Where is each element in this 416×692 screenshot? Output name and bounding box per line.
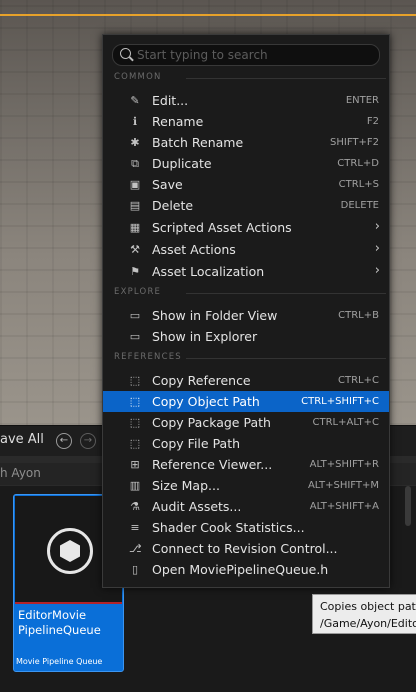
menu-item-shortcut: CTRL+D	[337, 158, 379, 169]
menu-item-shader-cook-statistics[interactable]: ≡ Shader Cook Statistics...	[103, 517, 389, 538]
menu-item-label: Asset Actions	[152, 242, 236, 257]
grid-icon: ▦	[129, 221, 141, 234]
menu-item-label: Copy File Path	[152, 436, 241, 451]
scrollbar[interactable]	[405, 486, 411, 526]
menu-item-label: Asset Localization	[152, 264, 265, 279]
menu-item-label: Rename	[152, 114, 204, 129]
tooltip: Copies object path /Game/Ayon/Editor	[312, 594, 416, 634]
menu-item-scripted-asset-actions[interactable]: ▦ Scripted Asset Actions ›	[103, 217, 389, 238]
trash-icon: ▤	[129, 199, 141, 212]
copy-icon: ⬚	[129, 437, 141, 450]
menu-item-shortcut: CTRL+SHIFT+C	[301, 396, 379, 407]
menu-item-shortcut: CTRL+C	[338, 375, 379, 386]
duplicate-icon: ⧉	[131, 157, 139, 170]
pencil-icon: ✎	[130, 94, 140, 107]
menu-item-copy-file-path[interactable]: ⬚ Copy File Path	[103, 433, 389, 454]
menu-item-label: Duplicate	[152, 156, 212, 171]
audit-icon: ⚗	[130, 500, 140, 513]
viewport-border-accent	[0, 14, 416, 16]
menu-item-show-in-explorer[interactable]: ▭ Show in Explorer	[103, 326, 389, 347]
menu-item-label: Copy Object Path	[152, 394, 260, 409]
back-arrow-icon[interactable]: ←	[56, 433, 72, 449]
menu-item-asset-localization[interactable]: ⚑ Asset Localization ›	[103, 261, 389, 282]
wrench-icon: ⚒	[130, 243, 140, 256]
tooltip-line2: /Game/Ayon/Editor	[320, 617, 416, 630]
menu-item-batch-rename[interactable]: ✱ Batch Rename SHIFT+F2	[103, 132, 389, 153]
menu-item-shortcut: CTRL+ALT+C	[312, 417, 380, 428]
menu-item-label: Shader Cook Statistics...	[152, 520, 305, 535]
copy-icon: ⬚	[129, 416, 141, 429]
menu-item-delete[interactable]: ▤ Delete DELETE	[103, 195, 389, 216]
menu-item-shortcut: CTRL+B	[338, 310, 379, 321]
copy-icon: ⬚	[129, 395, 141, 408]
cpp-file-icon: ▯	[131, 563, 139, 576]
menu-search-input[interactable]	[137, 47, 373, 63]
menu-item-shortcut: ALT+SHIFT+A	[309, 501, 379, 512]
menu-item-label: Edit...	[152, 93, 189, 108]
save-all-button[interactable]: ave All	[0, 432, 44, 447]
menu-item-duplicate[interactable]: ⧉ Duplicate CTRL+D	[103, 153, 389, 174]
menu-item-asset-actions[interactable]: ⚒ Asset Actions ›	[103, 239, 389, 260]
menu-item-audit-assets[interactable]: ⚗ Audit Assets... ALT+SHIFT+A	[103, 496, 389, 517]
menu-item-shortcut: CTRL+S	[338, 179, 379, 190]
movie-pipeline-queue-icon	[47, 528, 93, 574]
menu-item-label: Batch Rename	[152, 135, 244, 150]
section-header-common: COMMON	[114, 72, 386, 86]
menu-item-copy-reference[interactable]: ⬚ Copy Reference CTRL+C	[103, 370, 389, 391]
menu-search-box[interactable]	[112, 44, 380, 66]
path-text: h Ayon	[0, 466, 41, 480]
menu-item-size-map[interactable]: ▥ Size Map... ALT+SHIFT+M	[103, 475, 389, 496]
menu-item-label: Show in Explorer	[152, 329, 258, 344]
forward-arrow-icon[interactable]: →	[80, 433, 96, 449]
menu-item-open-moviepipelinequeue-h[interactable]: ▯ Open MoviePipelineQueue.h	[103, 559, 389, 580]
menu-item-shortcut: ALT+SHIFT+R	[309, 459, 379, 470]
menu-item-label: Audit Assets...	[152, 499, 242, 514]
tooltip-line1: Copies object path	[320, 600, 416, 613]
menu-item-shortcut: F2	[366, 116, 379, 127]
menu-item-connect-to-revision-control[interactable]: ⎇ Connect to Revision Control...	[103, 538, 389, 559]
menu-item-copy-package-path[interactable]: ⬚ Copy Package Path CTRL+ALT+C	[103, 412, 389, 433]
menu-item-label: Copy Reference	[152, 373, 251, 388]
reference-viewer-icon: ⊞	[130, 458, 140, 471]
menu-item-label: Size Map...	[152, 478, 220, 493]
menu-item-save[interactable]: ▣ Save CTRL+S	[103, 174, 389, 195]
menu-item-label: Open MoviePipelineQueue.h	[152, 562, 329, 577]
section-header-references: REFERENCES	[114, 352, 386, 366]
menu-item-label: Delete	[152, 198, 194, 213]
size-map-icon: ▥	[129, 479, 141, 492]
chevron-right-icon: ›	[374, 219, 380, 234]
menu-item-label: Reference Viewer...	[152, 457, 273, 472]
chevron-right-icon: ›	[374, 241, 380, 256]
menu-item-rename[interactable]: ℹ Rename F2	[103, 111, 389, 132]
sparkle-icon: ✱	[130, 136, 140, 149]
flag-icon: ⚑	[130, 265, 140, 278]
menu-item-label: Save	[152, 177, 183, 192]
menu-item-label: Connect to Revision Control...	[152, 541, 338, 556]
section-header-explore: EXPLORE	[114, 287, 386, 301]
menu-item-show-in-folder-view[interactable]: ▭ Show in Folder View CTRL+B	[103, 305, 389, 326]
menu-item-reference-viewer[interactable]: ⊞ Reference Viewer... ALT+SHIFT+R	[103, 454, 389, 475]
rename-icon: ℹ	[132, 115, 138, 128]
chart-icon: ≡	[130, 521, 140, 534]
menu-item-shortcut: ALT+SHIFT+M	[307, 480, 379, 491]
menu-item-label: Scripted Asset Actions	[152, 220, 292, 235]
search-icon	[120, 48, 131, 59]
menu-item-shortcut: ENTER	[345, 95, 379, 106]
asset-type: Movie Pipeline Queue	[16, 657, 103, 666]
menu-item-shortcut: SHIFT+F2	[330, 137, 379, 148]
context-menu: COMMON EXPLORE REFERENCES ✎ Edit... ENTER ℹ…	[102, 34, 390, 588]
folder-search-icon: ▭	[129, 330, 141, 343]
menu-item-label: Show in Folder View	[152, 308, 278, 323]
menu-item-edit[interactable]: ✎ Edit... ENTER	[103, 90, 389, 111]
menu-item-shortcut: DELETE	[340, 200, 379, 211]
menu-item-copy-object-path[interactable]: ⬚ Copy Object Path CTRL+SHIFT+C	[103, 391, 389, 412]
save-icon: ▣	[129, 178, 141, 191]
menu-item-label: Copy Package Path	[152, 415, 271, 430]
chevron-right-icon: ›	[374, 263, 380, 278]
folder-search-icon: ▭	[129, 309, 141, 322]
copy-icon: ⬚	[129, 374, 141, 387]
branch-icon: ⎇	[129, 542, 142, 555]
asset-name: EditorMovie PipelineQueue	[18, 608, 101, 637]
